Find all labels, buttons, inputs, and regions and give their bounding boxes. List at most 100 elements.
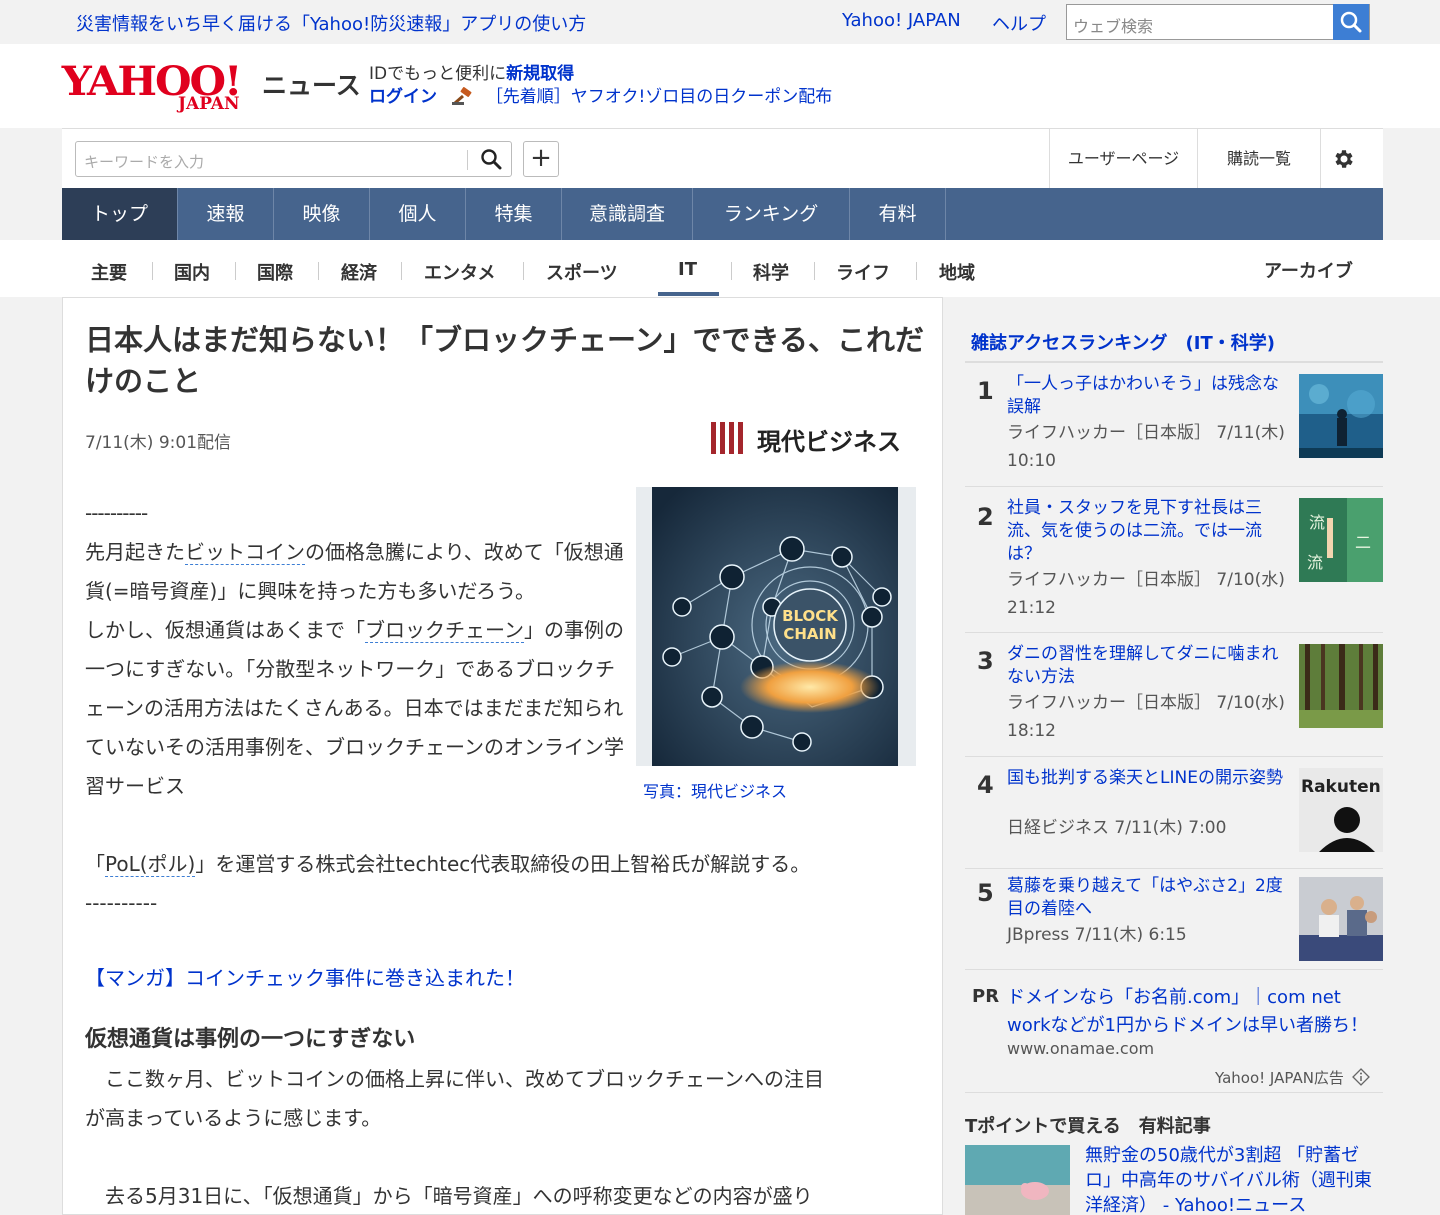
tab-top[interactable]: トップ <box>62 188 178 240</box>
manga-related-link[interactable]: 【マンガ】コインチェック事件に巻き込まれた！ <box>85 962 525 991</box>
login-link[interactable]: ログイン <box>369 87 437 107</box>
user-page-button[interactable]: ユーザーページ <box>1049 129 1197 188</box>
main-nav: トップ 速報 映像 個人 特集 意識調査 ランキング 有料 <box>62 188 1383 240</box>
blockchain-illustration: BLOCK CHAIN <box>652 487 898 766</box>
ranking-item-title[interactable]: 国も批判する楽天とLINEの開示姿勢 <box>1007 767 1287 790</box>
ranking-thumbnail[interactable] <box>1299 877 1383 961</box>
auction-coupon-link[interactable]: ［先着順］ヤフオク!ゾロ目の日クーポン配布 <box>486 87 832 107</box>
ranking-thumbnail[interactable] <box>1299 374 1383 458</box>
separator-text: ---------- <box>85 891 158 915</box>
article-lead: ---------- 先月起きたビットコインの価格急騰により、改めて「仮想通貨(… <box>85 494 625 806</box>
svg-text:流: 流 <box>1307 553 1323 572</box>
pol-keyword-link[interactable]: PoL(ポル) <box>105 852 196 877</box>
tab-breaking[interactable]: 速報 <box>178 188 274 240</box>
divider <box>731 262 732 280</box>
pr-ad[interactable]: PR ドメインなら「お名前.com」｜com net workなどが1円からドメ… <box>965 970 1383 1093</box>
web-search-button[interactable] <box>1333 4 1369 40</box>
yahoo-japan-link[interactable]: Yahoo! JAPAN <box>842 10 961 31</box>
category-life[interactable]: ライフ <box>836 259 890 285</box>
disaster-app-link[interactable]: 災害情報をいち早く届ける「Yahoo!防災速報」アプリの使い方 <box>76 10 586 36</box>
keyword-search-row: キーワードを入力 + ユーザーページ 購読一覧 <box>62 128 1383 188</box>
ranking-item[interactable]: 3 ダニの習性を理解してダニに噛まれない方法 ライフハッカー［日本版］ 7/10… <box>965 633 1383 757</box>
search-icon[interactable] <box>480 148 502 170</box>
photo-caption[interactable]: 写真：現代ビジネス <box>643 778 787 802</box>
subscriptions-button[interactable]: 購読一覧 <box>1197 129 1320 188</box>
top-bar: 災害情報をいち早く届ける「Yahoo!防災速報」アプリの使い方 Yahoo! J… <box>62 0 1383 44</box>
body-line: 去る5月31日に、「仮想通貨」から「暗号資産」への呼称変更などの内容が盛り <box>85 1184 813 1208</box>
divider <box>916 262 917 280</box>
tab-video[interactable]: 映像 <box>274 188 370 240</box>
photo-text-chain: CHAIN <box>783 625 836 643</box>
archive-link[interactable]: アーカイブ <box>1264 257 1353 283</box>
ad-label[interactable]: Yahoo! JAPAN広告 <box>1215 1067 1370 1088</box>
tab-survey[interactable]: 意識調査 <box>562 188 693 240</box>
category-main[interactable]: 主要 <box>91 259 127 285</box>
tab-individual[interactable]: 個人 <box>370 188 466 240</box>
keyword-search-input[interactable]: キーワードを入力 <box>75 141 512 177</box>
article-photo[interactable]: BLOCK CHAIN <box>636 487 916 766</box>
help-link[interactable]: ヘルプ <box>992 10 1046 36</box>
ranking-item-meta: ライフハッカー［日本版］ 7/10(水) 21:12 <box>1007 570 1285 618</box>
divider <box>523 262 524 280</box>
lead-paragraph-1: 先月起きたビットコインの価格急騰により、改めて「仮想通貨(=暗号資産)」に興味を… <box>85 533 625 611</box>
rank-number: 4 <box>977 771 994 799</box>
yahoo-news-logo[interactable]: YAHOO! JAPAN ニュース <box>62 58 361 114</box>
ranking-thumbnail[interactable]: 流二流 <box>1299 498 1383 582</box>
category-sports[interactable]: スポーツ <box>546 259 618 285</box>
ranking-item-title[interactable]: 葛藤を乗り越えて「はやぶさ2」2度目の着陸へ <box>1007 875 1287 921</box>
ranking-thumbnail[interactable] <box>1299 644 1383 728</box>
add-keyword-button[interactable]: + <box>523 141 559 177</box>
info-icon[interactable] <box>1351 1068 1370 1086</box>
tpoint-article-link[interactable]: 無貯金の50歳代が3割超 「貯蓄ゼロ」中高年のサバイバル術（週刊東洋経済） - … <box>1085 1143 1383 1215</box>
category-domestic[interactable]: 国内 <box>174 259 210 285</box>
ranking-item-meta: 日経ビジネス 7/11(木) 7:00 <box>1007 818 1227 838</box>
article-date: 7/11(木) 9:01配信 <box>85 433 232 453</box>
ranking-item-meta: ライフハッカー［日本版］ 7/10(水) 18:12 <box>1007 693 1285 741</box>
pr-ad-url: www.onamae.com <box>1007 1039 1155 1058</box>
ranking-item[interactable]: 1 「一人っ子はかわいそう」は残念な誤解 ライフハッカー［日本版］ 7/11(木… <box>965 363 1383 487</box>
ranking-title[interactable]: 雑誌アクセスランキング (IT・科学) <box>971 329 1275 355</box>
category-region[interactable]: 地域 <box>939 259 975 285</box>
rank-number: 5 <box>977 879 994 907</box>
photo-text-block: BLOCK <box>782 607 839 625</box>
tab-ranking[interactable]: ランキング <box>693 188 850 240</box>
category-science[interactable]: 科学 <box>753 259 789 285</box>
svg-text:流: 流 <box>1309 513 1325 532</box>
web-search-input[interactable]: ウェブ検索 <box>1066 4 1370 40</box>
tab-paid[interactable]: 有料 <box>850 188 946 240</box>
category-economy[interactable]: 経済 <box>341 259 377 285</box>
text: 」を運営する株式会社techtec代表取締役の田上智裕氏が解説する。 <box>195 852 811 876</box>
pr-ad-link[interactable]: ドメインなら「お名前.com」｜com net workなどが1円からドメインは… <box>1007 984 1382 1040</box>
source-logo[interactable]: 現代ビジネス <box>711 420 901 456</box>
tpoint-section-title: Tポイントで買える 有料記事 <box>965 1116 1211 1137</box>
ranking-item-meta: ライフハッカー［日本版］ 7/11(木) 10:10 <box>1007 423 1285 471</box>
web-search-placeholder: ウェブ検索 <box>1073 17 1154 36</box>
divider <box>152 262 153 280</box>
register-link[interactable]: 新規取得 <box>506 64 574 84</box>
body-line: が高まっているように感じます。 <box>85 1106 382 1130</box>
category-international[interactable]: 国際 <box>257 259 293 285</box>
text: しかし、仮想通貨はあくまで「 <box>85 618 365 642</box>
category-entertainment[interactable]: エンタメ <box>424 259 495 285</box>
auction-gavel-icon <box>452 87 472 105</box>
gear-icon[interactable] <box>1332 147 1356 171</box>
logo-news-text: ニュース <box>262 71 361 100</box>
thumbnail-brand-text: Rakuten <box>1301 777 1381 797</box>
ranking-item-title[interactable]: 社員・スタッフを見下す社長は三流、気を使うのは二流。では一流は？ <box>1007 497 1287 566</box>
ranking-item-title[interactable]: 「一人っ子はかわいそう」は残念な誤解 <box>1007 373 1287 419</box>
ranking-item-title[interactable]: ダニの習性を理解してダニに噛まれない方法 <box>1007 643 1287 689</box>
tab-features[interactable]: 特集 <box>466 188 562 240</box>
pr-tag: PR <box>972 986 1000 1007</box>
rank-number: 3 <box>977 647 994 675</box>
ranking-item[interactable]: 5 葛藤を乗り越えて「はやぶさ2」2度目の着陸へ JBpress 7/11(木)… <box>965 869 1383 970</box>
bitcoin-keyword-link[interactable]: ビットコイン <box>185 540 305 565</box>
category-it[interactable]: IT <box>678 259 697 280</box>
login-row: ログイン ［先着順］ヤフオク!ゾロ目の日クーポン配布 <box>369 82 832 107</box>
ranking-item-meta: JBpress 7/11(木) 6:15 <box>1007 925 1187 945</box>
tpoint-article-thumbnail[interactable] <box>965 1145 1070 1215</box>
ranking-item[interactable]: 4 国も批判する楽天とLINEの開示姿勢 日経ビジネス 7/11(木) 7:00… <box>965 757 1383 869</box>
ranking-item[interactable]: 2 社員・スタッフを見下す社長は三流、気を使うのは二流。では一流は？ ライフハッ… <box>965 487 1383 633</box>
text: 「 <box>85 852 105 876</box>
blockchain-keyword-link[interactable]: ブロックチェーン <box>365 618 524 643</box>
ranking-thumbnail[interactable]: Rakuten <box>1299 768 1383 852</box>
